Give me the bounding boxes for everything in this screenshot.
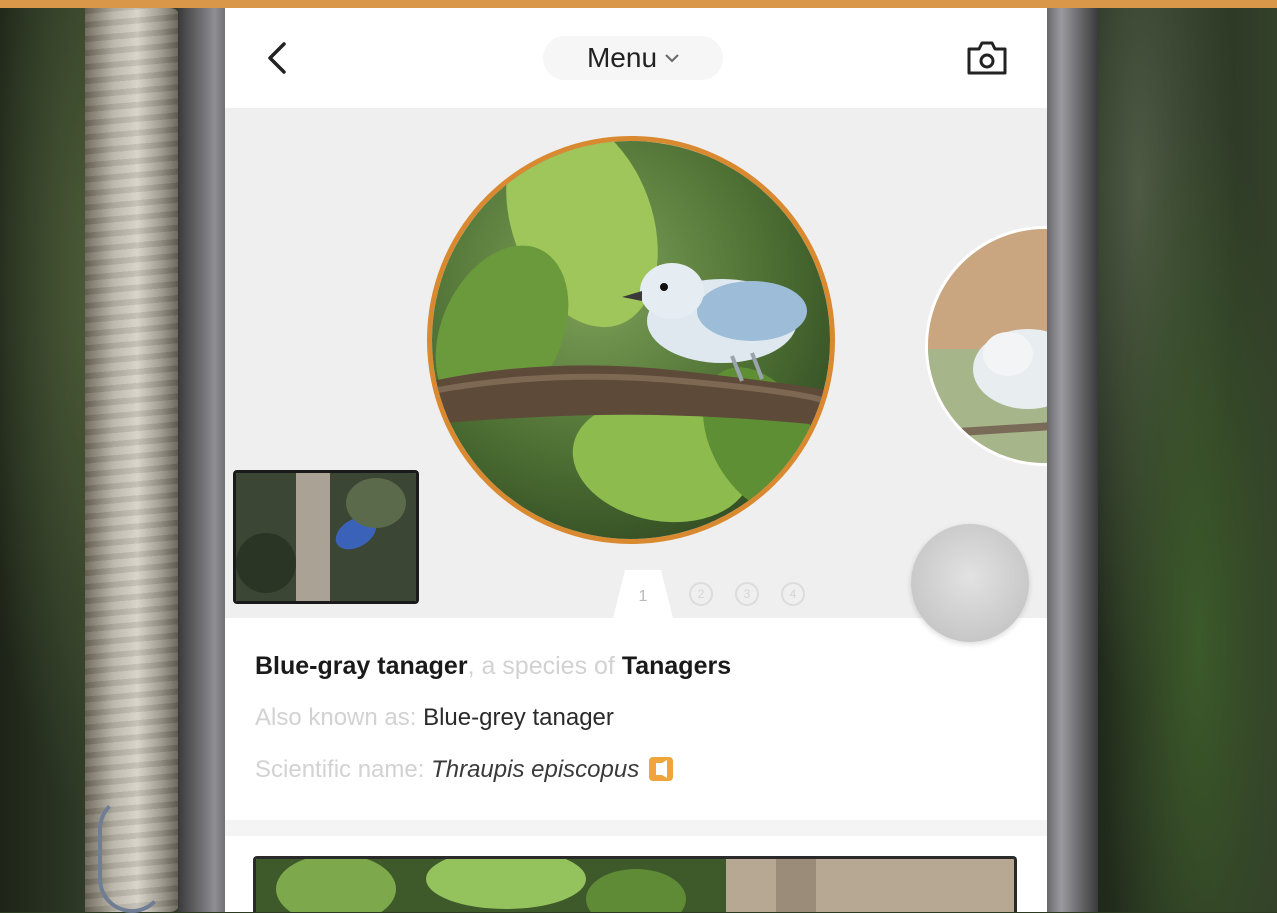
- background-tree-trunk: [85, 8, 180, 912]
- species-info: Blue-gray tanager, a species of Tanagers…: [255, 648, 1025, 788]
- speaker-icon[interactable]: [649, 757, 674, 781]
- photo-carousel[interactable]: 1 2 3 4: [225, 108, 1047, 642]
- bird-image: [432, 141, 830, 539]
- background-cord: [98, 795, 166, 913]
- capture-shutter-button[interactable]: [911, 524, 1029, 642]
- bird-image-2: [928, 229, 1047, 463]
- gallery-image: [256, 859, 1014, 912]
- aka-value: Blue-grey tanager: [423, 704, 614, 731]
- menu-dropdown[interactable]: Menu: [543, 36, 723, 80]
- page-indicator-active[interactable]: 1: [613, 570, 673, 618]
- camera-button[interactable]: [963, 36, 1011, 80]
- species-of-text: , a species of: [467, 652, 622, 680]
- page-indicator-3[interactable]: 3: [735, 582, 759, 606]
- sci-label: Scientific name:: [255, 756, 432, 783]
- scientific-name: Scientific name: Thraupis episcopus: [255, 752, 1025, 788]
- next-bird-photo[interactable]: [925, 226, 1047, 466]
- phone-screen: Menu 1 2 3 4 Blue-gray tanager, a specie…: [225, 8, 1047, 912]
- chevron-left-icon: [268, 42, 286, 74]
- chevron-down-icon: [665, 54, 679, 63]
- common-name: Blue-gray tanager: [255, 652, 468, 680]
- also-known-as: Also known as: Blue-grey tanager: [255, 700, 1025, 736]
- species-title: Blue-gray tanager, a species of Tanagers: [255, 648, 1025, 684]
- page-indicator-4[interactable]: 4: [781, 582, 805, 606]
- top-accent-bar: [0, 0, 1277, 8]
- thumbnail-image: [236, 473, 416, 601]
- carousel-pagination: 1 2 3 4: [613, 570, 813, 618]
- menu-label: Menu: [586, 42, 658, 73]
- main-bird-photo[interactable]: [427, 136, 835, 544]
- gallery-photo[interactable]: [253, 856, 1017, 912]
- video-thumbnail[interactable]: [233, 470, 419, 604]
- aka-label: Also known as:: [255, 704, 424, 731]
- camera-icon: [967, 41, 1007, 75]
- app-header: Menu: [225, 8, 1047, 108]
- family-name[interactable]: Tanagers: [622, 652, 731, 680]
- back-button[interactable]: [255, 36, 299, 80]
- page-indicator-2[interactable]: 2: [689, 582, 713, 606]
- background-foliage-right: [1080, 8, 1277, 912]
- sci-value: Thraupis episcopus: [431, 756, 640, 783]
- section-divider: [225, 820, 1047, 836]
